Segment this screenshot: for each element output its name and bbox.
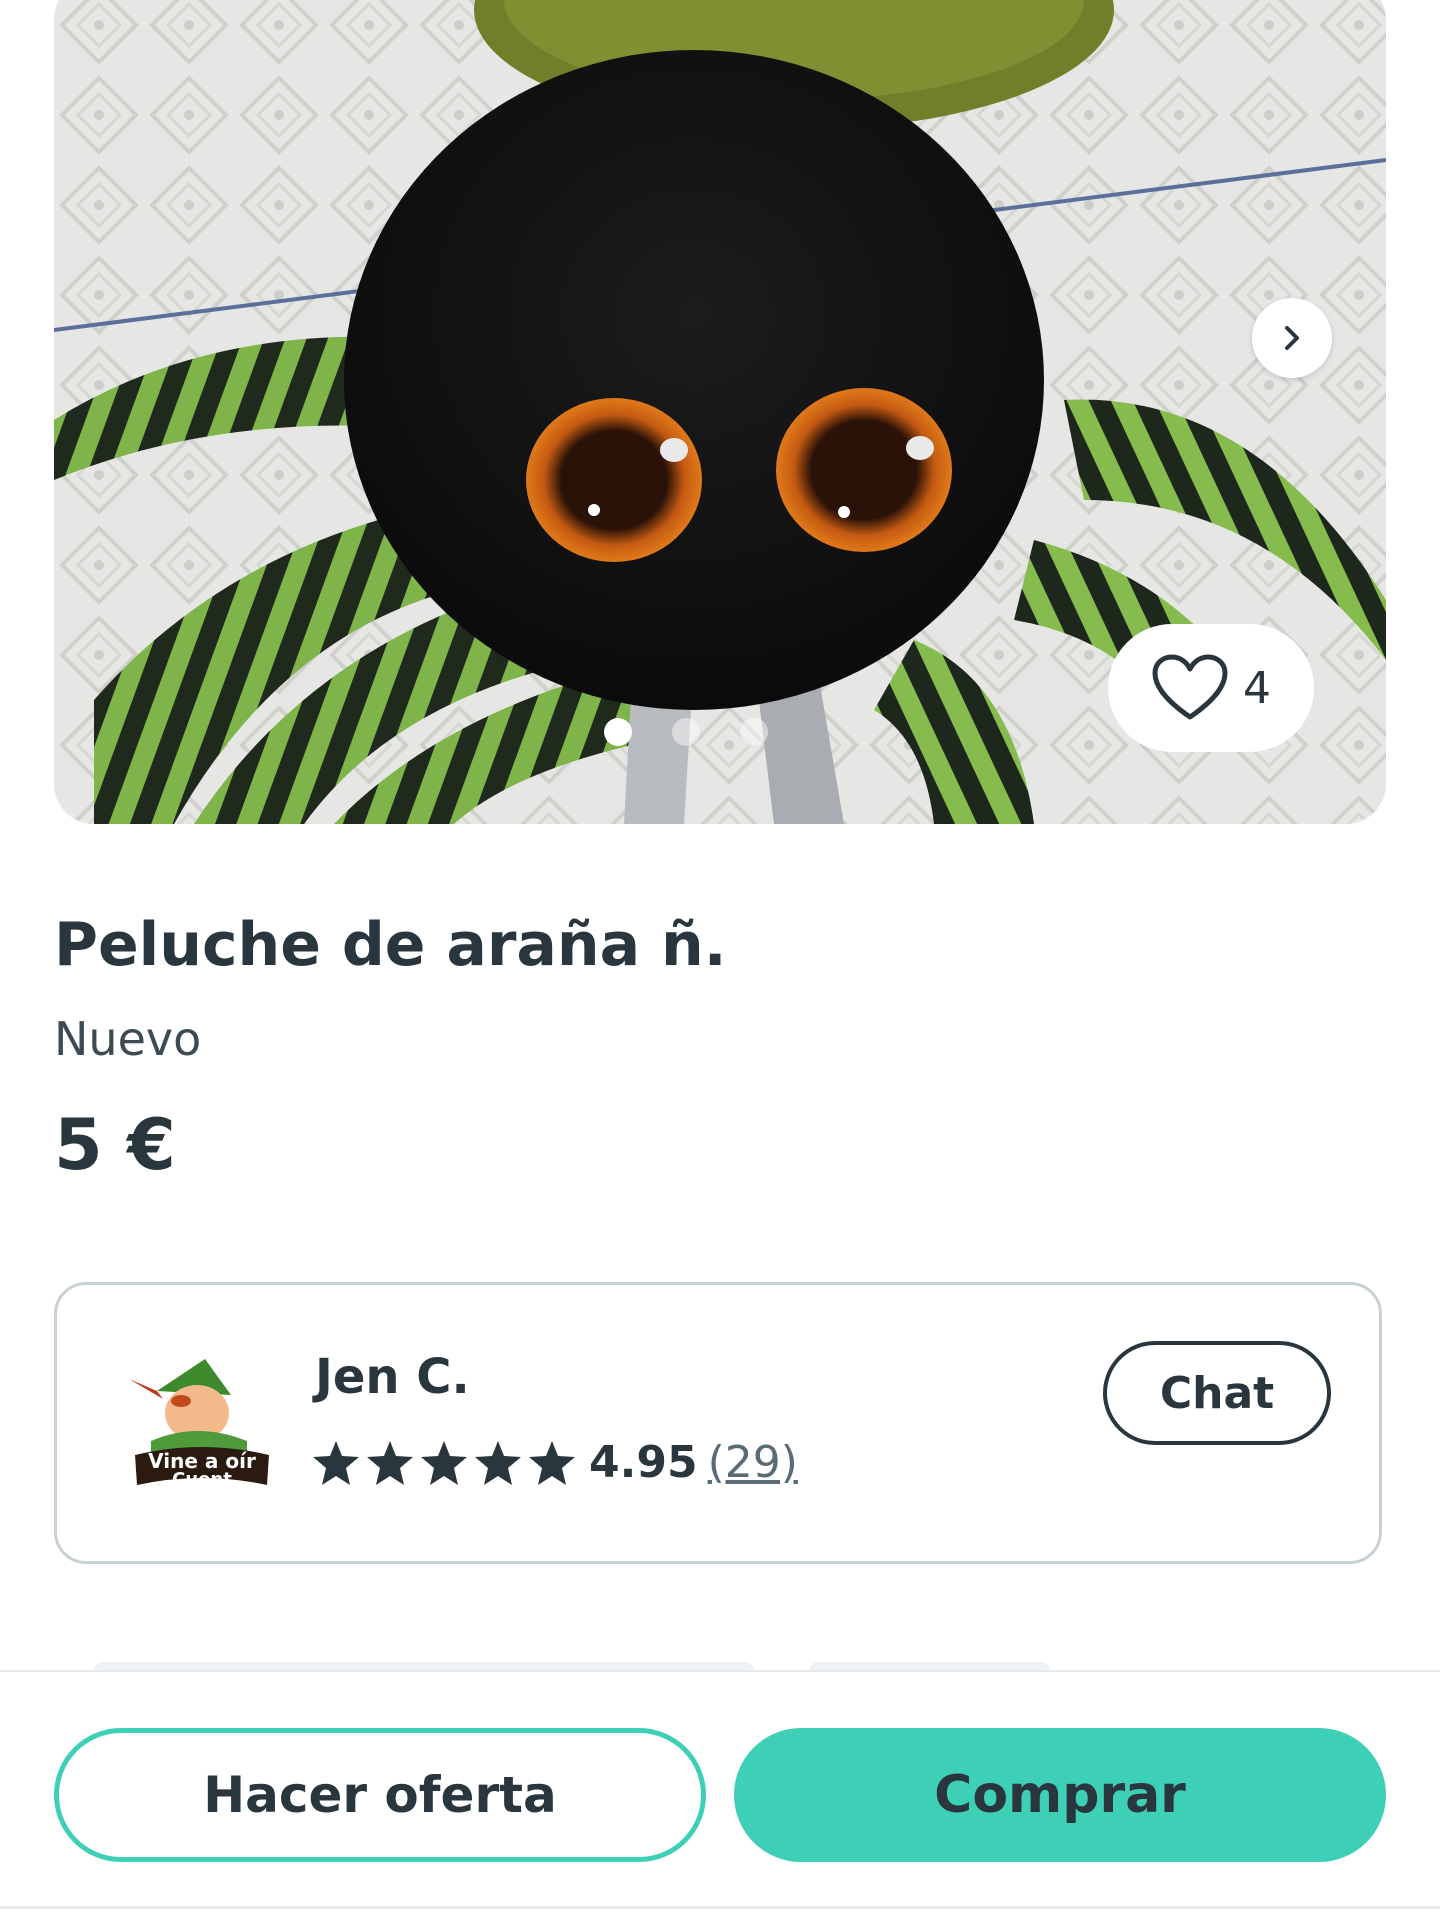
pagination-dot[interactable] bbox=[740, 718, 768, 746]
seller-card[interactable]: Vine a oír Cuent Jen C. 4.95 (29) Chat bbox=[54, 1282, 1382, 1564]
star-icon bbox=[475, 1440, 521, 1485]
product-page: 4 Peluche de araña ñ. Nuevo 5 € Vine a o… bbox=[0, 0, 1440, 1920]
chevron-right-icon bbox=[1285, 326, 1299, 350]
seller-avatar[interactable]: Vine a oír Cuent bbox=[127, 1351, 277, 1501]
star-icon bbox=[421, 1440, 467, 1485]
rating-value: 4.95 bbox=[589, 1437, 698, 1488]
star-icon bbox=[529, 1440, 575, 1485]
rating-stars bbox=[311, 1439, 577, 1487]
star-icon bbox=[367, 1440, 413, 1485]
favorites-count: 4 bbox=[1243, 662, 1271, 714]
make-offer-button[interactable]: Hacer oferta bbox=[54, 1728, 706, 1862]
divider bbox=[0, 1906, 1440, 1909]
product-price: 5 € bbox=[54, 1104, 176, 1186]
star-icon bbox=[313, 1440, 359, 1485]
product-condition: Nuevo bbox=[54, 1012, 202, 1066]
pagination-dot[interactable] bbox=[672, 718, 700, 746]
heart-outline-icon bbox=[1152, 654, 1228, 720]
favorite-button[interactable]: 4 bbox=[1108, 624, 1314, 752]
next-photo-button[interactable] bbox=[1252, 298, 1332, 378]
buy-button[interactable]: Comprar bbox=[734, 1728, 1386, 1862]
seller-name[interactable]: Jen C. bbox=[315, 1349, 470, 1405]
gallery-pagination bbox=[604, 718, 768, 746]
reviews-count-link[interactable]: (29) bbox=[708, 1437, 798, 1488]
photo-gallery[interactable]: 4 bbox=[54, 0, 1386, 824]
avatar-caption-line2: Cuent bbox=[172, 1469, 232, 1490]
pagination-dot-active[interactable] bbox=[604, 718, 632, 746]
chat-button[interactable]: Chat bbox=[1103, 1341, 1331, 1445]
seller-rating: 4.95 (29) bbox=[311, 1437, 798, 1488]
product-title: Peluche de araña ñ. bbox=[54, 910, 727, 980]
